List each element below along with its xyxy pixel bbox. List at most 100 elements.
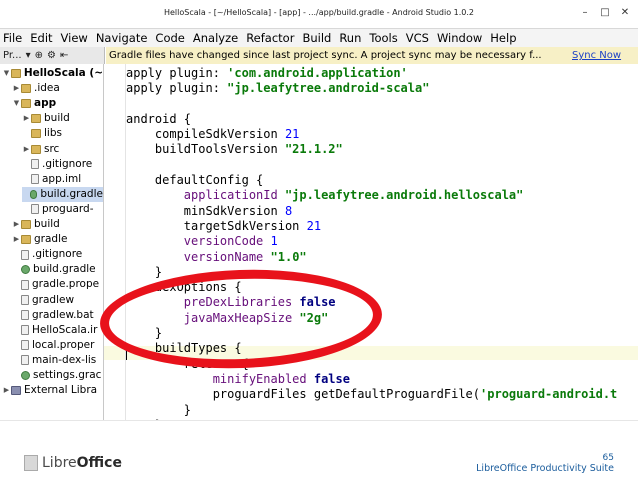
tree-item[interactable]: ▼ app: [12, 96, 103, 111]
tree-item[interactable]: .gitignore: [22, 157, 103, 172]
tree-item-label: settings.grac: [33, 369, 102, 381]
tree-item-label: build: [44, 112, 70, 125]
logo-text-light: Libre: [42, 455, 77, 471]
tree-item[interactable]: .gitignore: [12, 247, 103, 262]
menu-edit[interactable]: Edit: [26, 31, 56, 45]
notification-message: Gradle files have changed since last pro…: [109, 50, 542, 61]
tree-item[interactable]: HelloScala.ir: [12, 323, 103, 338]
menu-window[interactable]: Window: [433, 31, 486, 45]
collapse-arrow-icon[interactable]: ▶: [12, 81, 21, 96]
tree-item[interactable]: build.gradle: [12, 262, 103, 277]
code-token: "21.1.2": [284, 142, 343, 157]
gradle-file-icon: [29, 189, 38, 199]
tree-item-label: HelloScala.ir: [32, 323, 98, 336]
sync-now-link[interactable]: Sync Now: [572, 47, 621, 64]
project-tab-label: Pr...: [3, 50, 22, 61]
tree-item[interactable]: gradlew: [12, 293, 103, 308]
tree-item[interactable]: libs: [22, 126, 103, 141]
expand-arrow-icon[interactable]: ▼: [2, 66, 11, 81]
libreoffice-logo-icon: [24, 455, 38, 471]
code-line: defaultConfig {: [126, 173, 617, 188]
collapse-arrow-icon[interactable]: ▶: [12, 217, 21, 232]
tree-item-label: build: [34, 218, 60, 230]
collapse-arrow-icon[interactable]: ▶: [2, 383, 11, 398]
code-token: minSdkVersion: [126, 203, 285, 218]
project-tree: ▼ HelloScala (~ ▶ .idea ▼ app ▶ build libs ▶ src .g…: [0, 64, 104, 420]
tree-item[interactable]: ▼ HelloScala (~: [2, 66, 103, 81]
tree-item[interactable]: gradle.prope: [12, 277, 103, 292]
tree-item[interactable]: proguard-: [22, 202, 103, 217]
tree-item[interactable]: ▶ gradle: [12, 232, 103, 247]
tree-item[interactable]: gradlew.bat: [12, 308, 103, 323]
window-controls: – □ ✕: [578, 6, 632, 20]
project-tool-tab[interactable]: Pr... ▾ ⊕ ⚙ ⇤: [0, 47, 105, 64]
menu-build[interactable]: Build: [298, 31, 335, 45]
settings-icon[interactable]: ⚙: [47, 50, 56, 61]
code-token: 'proguard-android.t: [480, 387, 618, 402]
tree-item[interactable]: app.iml: [22, 172, 103, 187]
tree-item-label: libs: [44, 127, 62, 140]
tree-item[interactable]: settings.grac: [12, 368, 103, 383]
tree-item[interactable]: ▶ build: [22, 111, 103, 126]
tree-item-label: proguard-: [42, 202, 94, 215]
code-token: compileSdkVersion: [126, 127, 285, 142]
menu-tools[interactable]: Tools: [365, 31, 401, 45]
code-token: apply plugin:: [126, 66, 228, 80]
code-line: applicationId "jp.leafytree.android.hell…: [126, 188, 617, 203]
folder-icon: [10, 69, 21, 78]
folder-icon: [31, 114, 41, 124]
sync-scroll-icon[interactable]: ⊕: [35, 50, 43, 61]
collapse-arrow-icon[interactable]: ▶: [22, 142, 31, 157]
close-icon[interactable]: ✕: [618, 6, 632, 20]
tree-item-label: HelloScala (~: [23, 67, 103, 79]
minimize-icon[interactable]: –: [578, 6, 592, 20]
slide-footer: LibreOffice 65 LibreOffice Productivity …: [0, 420, 638, 480]
menu-file[interactable]: File: [0, 31, 26, 45]
menu-help[interactable]: Help: [486, 31, 520, 45]
menu-code[interactable]: Code: [151, 31, 188, 45]
tree-item[interactable]: ▶ src: [22, 142, 103, 157]
gradle-file-icon: [21, 265, 30, 275]
tree-item[interactable]: build.gradle: [22, 186, 103, 202]
tree-item[interactable]: ▶ .idea: [12, 81, 103, 96]
file-icon: [31, 174, 39, 185]
tree-item-label: app.iml: [42, 172, 82, 185]
code-token: versionCode: [183, 234, 264, 249]
tree-item[interactable]: local.proper: [12, 338, 103, 353]
window-titlebar: HelloScala - [~/HelloScala] - [app] - ..…: [0, 0, 638, 29]
file-icon: [21, 325, 29, 336]
dropdown-icon[interactable]: ▾: [26, 50, 31, 61]
code-token: proguardFiles getDefaultProguardFile(: [126, 387, 481, 402]
expand-arrow-icon[interactable]: ▼: [12, 96, 21, 111]
menu-refactor[interactable]: Refactor: [242, 31, 298, 45]
collapse-arrow-icon[interactable]: ▶: [12, 232, 21, 247]
file-icon: [31, 204, 39, 215]
menu-vcs[interactable]: VCS: [402, 31, 433, 45]
code-token: android {: [126, 111, 192, 126]
code-line: }: [126, 403, 617, 418]
menu-view[interactable]: View: [57, 31, 92, 45]
menu-analyze[interactable]: Analyze: [189, 31, 242, 45]
code-token: buildToolsVersion: [126, 142, 285, 157]
tree-item-label: local.proper: [32, 338, 95, 351]
tree-item-label: gradle: [34, 233, 68, 246]
tree-item[interactable]: main-dex-lis: [12, 353, 103, 368]
maximize-icon[interactable]: □: [598, 6, 612, 20]
file-icon: [21, 249, 29, 260]
collapse-icon[interactable]: ⇤: [60, 50, 68, 61]
tree-item-label: build.gradle: [40, 187, 103, 200]
window-title: HelloScala - [~/HelloScala] - [app] - ..…: [163, 8, 475, 17]
code-editor[interactable]: apply plugin: 'com.android.application' a…: [104, 64, 638, 420]
menu-navigate[interactable]: Navigate: [92, 31, 152, 45]
collapse-arrow-icon[interactable]: ▶: [22, 111, 31, 126]
code-token: defaultConfig {: [126, 173, 264, 188]
tree-item[interactable]: ▶ External Libra: [2, 383, 103, 398]
menu-run[interactable]: Run: [335, 31, 365, 45]
code-token: 21: [306, 218, 322, 233]
tree-item[interactable]: ▶ build: [12, 217, 103, 232]
